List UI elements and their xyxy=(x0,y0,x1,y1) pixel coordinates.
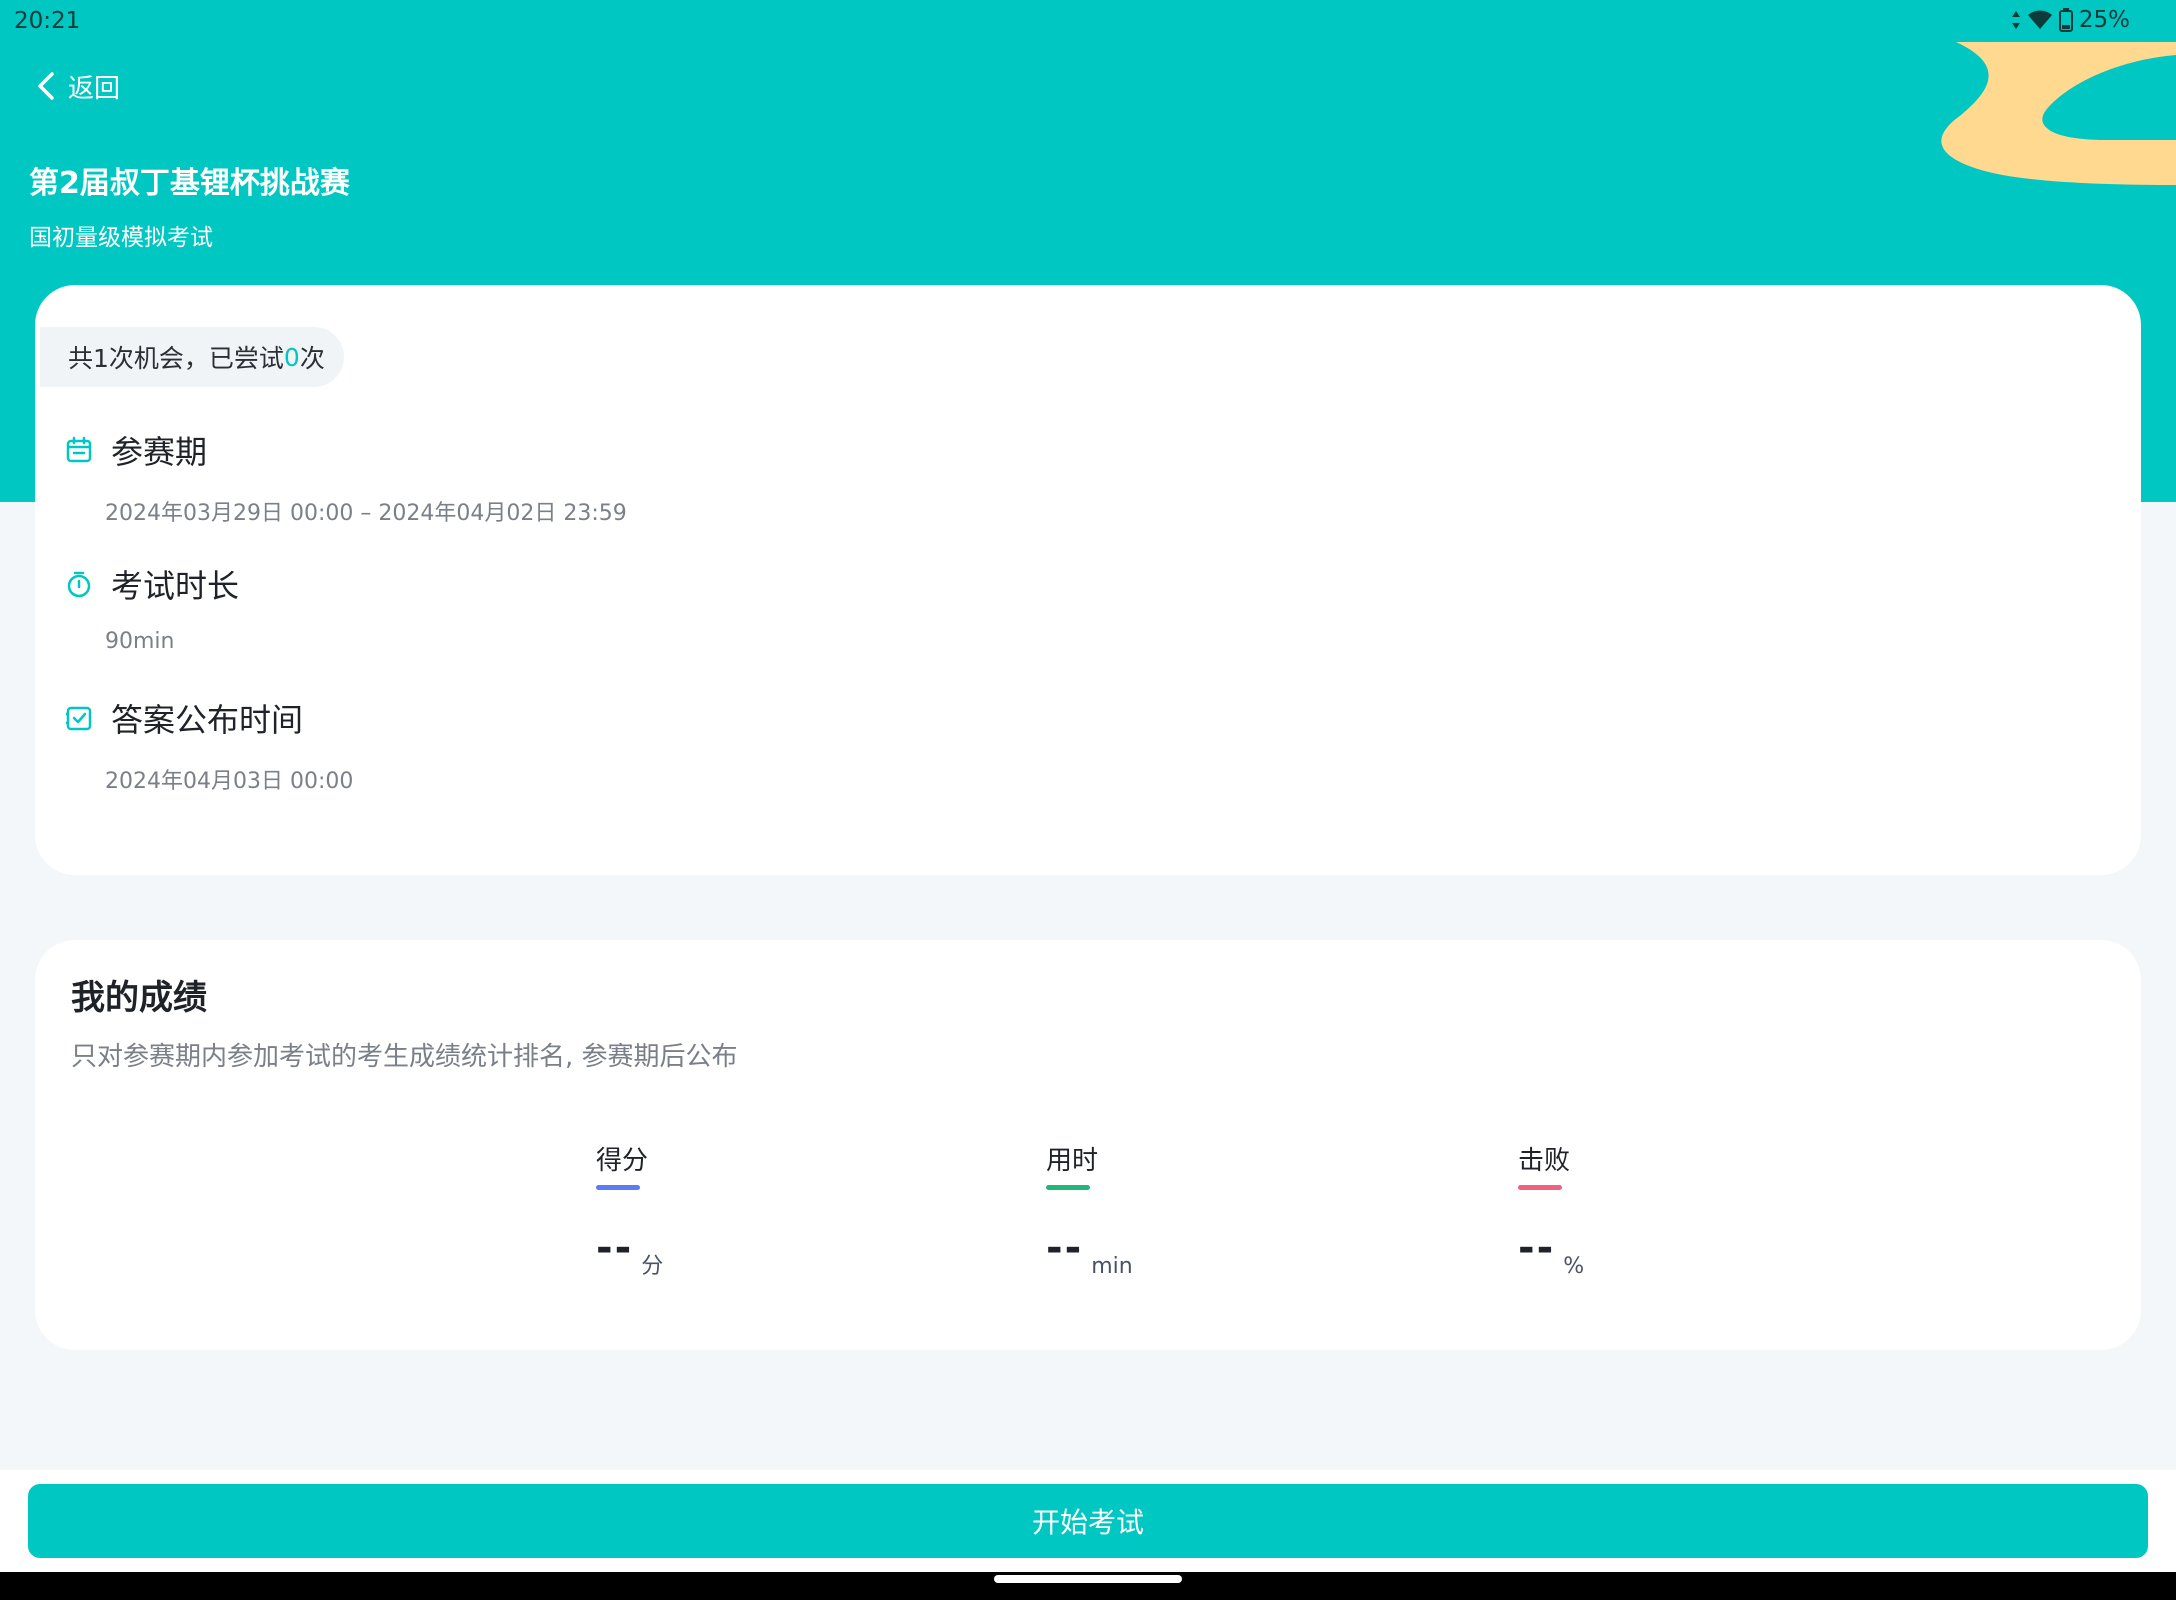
battery-icon xyxy=(2058,8,2073,32)
status-icons: 25% xyxy=(2011,7,2130,33)
info-row-period: 参赛期 2024年03月29日 00:00 – 2024年04月02日 23:5… xyxy=(65,427,627,527)
start-exam-button[interactable]: 开始考试 xyxy=(28,1484,2148,1558)
wifi-icon xyxy=(2027,10,2052,29)
answer-release-value: 2024年04月03日 00:00 xyxy=(105,769,354,794)
stat-score-underline xyxy=(596,1185,640,1190)
score-note: 只对参赛期内参加考试的考生成绩统计排名, 参赛期后公布 xyxy=(71,1042,738,1072)
stat-beat-label: 击败 xyxy=(1518,1146,1571,1176)
page-subtitle: 国初量级模拟考试 xyxy=(29,225,213,251)
stat-beat-value: -- xyxy=(1518,1225,1556,1271)
stat-beat-underline xyxy=(1518,1185,1562,1190)
stat-score: 得分 -- 分 xyxy=(596,1140,663,1278)
attempts-suffix: 次 xyxy=(299,344,325,373)
duration-value: 90min xyxy=(105,629,175,654)
calendar-icon xyxy=(66,436,92,463)
stat-time-unit: min xyxy=(1091,1254,1133,1279)
info-row-duration: 考试时长 90min xyxy=(65,561,239,654)
checklist-icon xyxy=(66,706,92,731)
back-button[interactable]: 返回 xyxy=(36,64,120,108)
attempts-prefix: 共1次机会，已尝试 xyxy=(68,344,284,373)
attempts-badge: 共1次机会，已尝试 0 次 xyxy=(40,327,344,387)
score-title: 我的成绩 xyxy=(71,978,207,1018)
stat-score-unit: 分 xyxy=(641,1254,664,1279)
status-time: 20:21 xyxy=(14,8,81,34)
stat-beat: 击败 -- % xyxy=(1518,1140,1584,1278)
attempts-count: 0 xyxy=(283,342,300,372)
answer-release-label: 答案公布时间 xyxy=(111,701,304,739)
stat-time-underline xyxy=(1046,1185,1090,1190)
back-label: 返回 xyxy=(68,73,121,104)
info-row-answer-release: 答案公布时间 2024年04月03日 00:00 xyxy=(65,695,353,795)
chevron-left-icon xyxy=(38,72,54,100)
period-value: 2024年03月29日 00:00 – 2024年04月02日 23:59 xyxy=(105,501,627,526)
bottom-action-bar: 开始考试 xyxy=(0,1470,2176,1572)
duration-label: 考试时长 xyxy=(111,567,240,605)
page-title: 第2届叔丁基锂杯挑战赛 xyxy=(29,166,350,201)
battery-percent: 25% xyxy=(2078,7,2130,33)
stat-score-label: 得分 xyxy=(596,1146,649,1176)
exam-info-card: 共1次机会，已尝试 0 次 参赛期 2024年03月29日 00:00 – 2024… xyxy=(35,285,2141,875)
my-score-card: 我的成绩 只对参赛期内参加考试的考生成绩统计排名, 参赛期后公布 得分 -- 分… xyxy=(35,940,2141,1350)
status-bar: 20:21 25% xyxy=(0,0,2176,44)
stat-beat-unit: % xyxy=(1563,1254,1585,1279)
period-label: 参赛期 xyxy=(111,433,208,471)
stat-time: 用时 -- min xyxy=(1046,1140,1133,1278)
data-arrows-icon xyxy=(2011,11,2020,29)
stat-score-value: -- xyxy=(596,1225,634,1271)
exam-detail-page: 20:21 25% 返回 第2届叔丁基锂杯挑战赛 国初量级模拟考试 共1次机会，… xyxy=(0,0,2176,1600)
stat-time-value: -- xyxy=(1046,1225,1084,1271)
stopwatch-icon xyxy=(67,571,91,598)
stat-time-label: 用时 xyxy=(1046,1146,1099,1176)
home-indicator[interactable] xyxy=(994,1575,1182,1583)
